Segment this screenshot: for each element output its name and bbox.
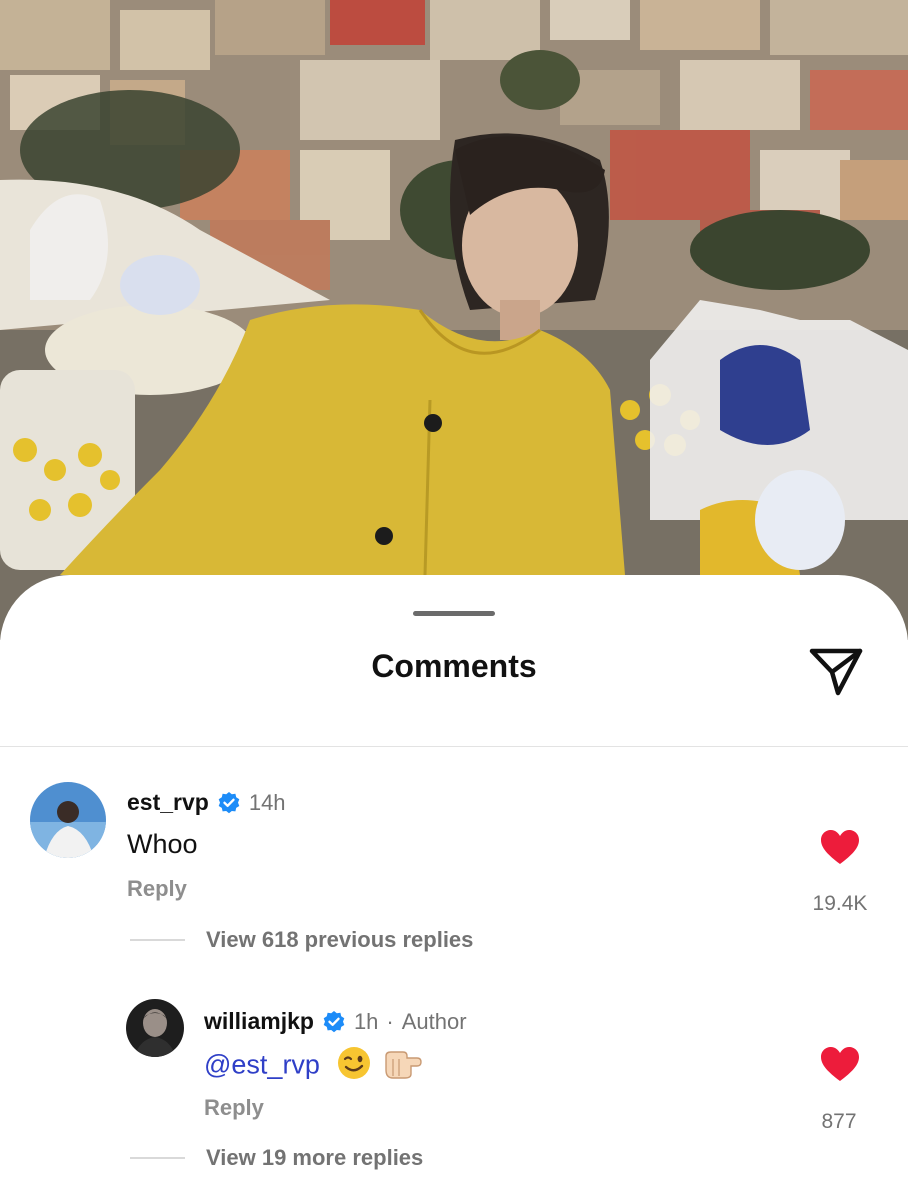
like-button[interactable] [818,1046,862,1082]
comment-username[interactable]: williamjkp 1h · Author [204,1008,467,1035]
share-button[interactable] [806,641,866,701]
comment-timestamp: 14h [248,789,286,815]
view-previous-replies-button[interactable]: View 618 previous replies [206,927,473,953]
heart-filled-icon [821,1047,859,1081]
comment-timestamp: 1h [353,1008,379,1034]
mention-link[interactable]: @est_rvp [204,1050,320,1080]
pointing-hand-emoji [383,1046,423,1087]
avatar[interactable] [30,782,106,858]
verified-badge-icon [217,791,241,815]
post-photo-illustration [0,0,908,640]
reply-button[interactable]: Reply [127,876,187,902]
like-button[interactable] [818,829,862,865]
username-text: est_rvp [127,789,209,815]
sheet-title: Comments [371,648,537,684]
username-text: williamjkp [204,1008,314,1034]
separator-dot: · [386,1008,394,1034]
verified-badge-icon [322,1010,346,1034]
avatar[interactable] [126,999,184,1057]
send-icon [809,648,863,696]
thread-line [130,939,185,941]
winking-face-emoji [337,1046,371,1087]
comment-text: Whoo [127,829,198,859]
avatar-image [30,782,106,858]
comment-text: @est_rvp [204,1046,423,1087]
drag-handle[interactable] [413,611,495,616]
view-more-replies-button[interactable]: View 19 more replies [206,1145,423,1171]
reply-button[interactable]: Reply [204,1095,264,1121]
like-count: 877 [821,1110,857,1133]
avatar-image [126,999,184,1057]
heart-filled-icon [821,830,859,864]
comment-username[interactable]: est_rvp 14h [127,789,286,816]
thread-line [130,1157,185,1159]
like-count: 19.4K [812,892,868,915]
author-tag: Author [401,1008,467,1034]
header-divider [0,746,908,747]
post-photo [0,0,908,640]
